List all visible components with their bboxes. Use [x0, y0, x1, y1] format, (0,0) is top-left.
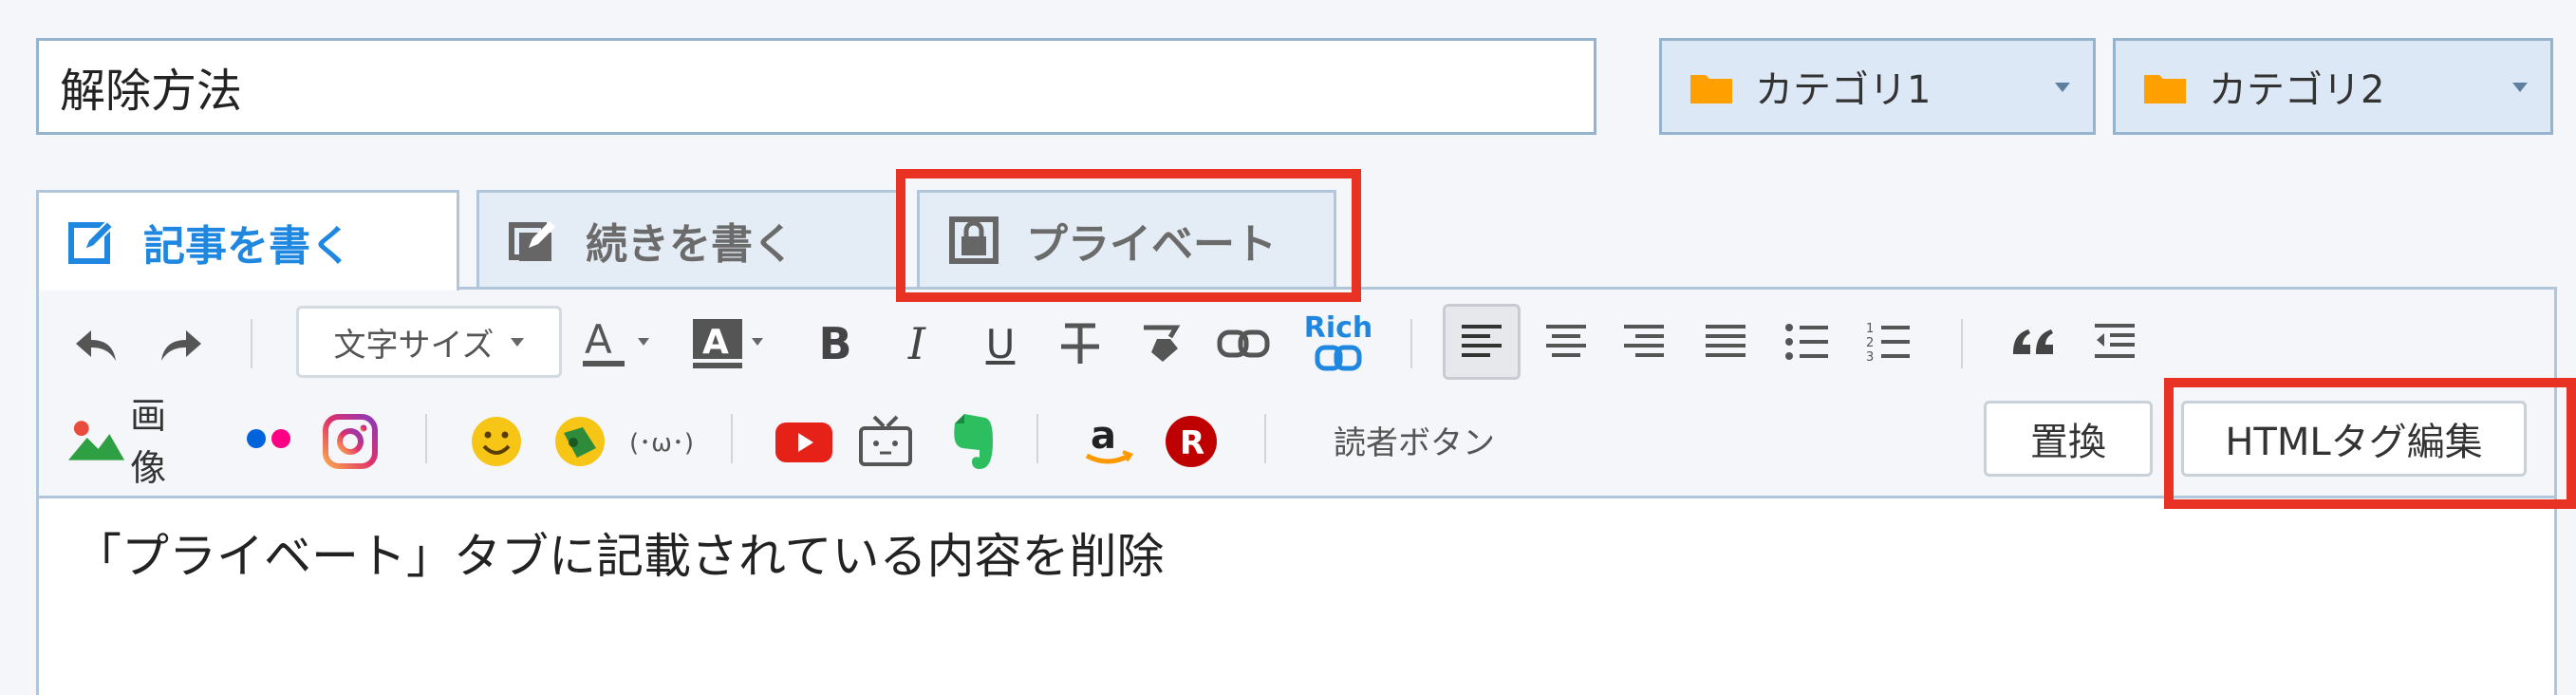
tab-write-label: 記事を書く	[143, 221, 352, 271]
bullet-list-icon[interactable]	[1779, 313, 1836, 370]
replace-button[interactable]: 置換	[1984, 401, 2153, 477]
background-color-icon[interactable]: A	[691, 313, 771, 374]
editor-content-text: 「プライベート」タブに記載されている内容を削除	[74, 529, 1165, 584]
svg-text:1: 1	[1866, 322, 1874, 336]
image-label: 画像	[130, 395, 167, 489]
folder-icon	[2144, 71, 2186, 103]
bold-button[interactable]: B	[809, 313, 862, 374]
evernote-icon[interactable]	[940, 408, 1002, 475]
amazon-icon[interactable]: a	[1076, 408, 1139, 475]
svg-text:3: 3	[1866, 350, 1874, 363]
image-icon	[68, 421, 125, 460]
toolbar-separator	[1036, 414, 1038, 463]
instagram-icon[interactable]	[319, 410, 382, 473]
emoji-icon[interactable]	[465, 410, 528, 473]
font-size-label: 文字サイズ	[333, 326, 495, 365]
toolbar-separator	[1264, 414, 1266, 463]
tab-continue-article[interactable]: 続きを書く	[476, 190, 900, 287]
image-button[interactable]: 画像	[68, 395, 201, 489]
niconico-icon[interactable]	[854, 410, 917, 473]
svg-text:R: R	[1180, 424, 1204, 462]
flickr-icon[interactable]	[239, 420, 300, 458]
svg-text:A: A	[585, 316, 612, 363]
quote-icon[interactable]	[2005, 313, 2062, 370]
category-select-1[interactable]: カテゴリ1	[1659, 38, 2096, 135]
toolbar-separator	[425, 414, 427, 463]
title-input[interactable]: 解除方法	[36, 38, 1596, 135]
title-input-value: 解除方法	[60, 65, 243, 118]
rich-link-icon	[1315, 345, 1362, 371]
underline-button[interactable]: U	[976, 313, 1025, 374]
svg-text:a: a	[1091, 414, 1116, 458]
redo-icon[interactable]	[156, 321, 205, 370]
highlight-html-edit-button	[2164, 378, 2576, 509]
outdent-icon[interactable]	[2086, 313, 2143, 370]
reader-button[interactable]: 読者ボタン	[1319, 416, 1509, 463]
tab-write-article[interactable]: 記事を書く	[36, 190, 459, 291]
align-left-icon	[1462, 325, 1502, 357]
link-icon[interactable]	[1215, 313, 1272, 374]
align-center-icon[interactable]	[1538, 313, 1595, 370]
font-color-icon[interactable]: A	[581, 313, 657, 374]
font-size-dropdown[interactable]: 文字サイズ	[296, 306, 562, 378]
category-1-label: カテゴリ1	[1755, 68, 1932, 112]
align-right-icon[interactable]	[1615, 313, 1672, 370]
edit-more-icon	[508, 216, 559, 265]
category-select-2[interactable]: カテゴリ2	[2113, 38, 2553, 135]
tab-continue-label: 続きを書く	[586, 219, 794, 269]
youtube-icon[interactable]	[773, 414, 835, 471]
toolbar-separator	[731, 414, 733, 463]
strikethrough-icon[interactable]	[1055, 313, 1105, 374]
svg-text:2: 2	[1866, 336, 1874, 350]
italic-button[interactable]: I	[892, 313, 942, 374]
align-justify-icon[interactable]	[1697, 313, 1754, 370]
chevron-down-icon	[2055, 83, 2070, 92]
highlight-private-tab	[896, 169, 1361, 302]
chevron-down-icon	[511, 337, 525, 347]
toolbar-separator	[1961, 319, 1963, 368]
folder-icon	[1690, 71, 1732, 103]
stamp-icon[interactable]	[549, 410, 611, 473]
svg-text:A: A	[702, 323, 729, 362]
rakuten-icon[interactable]: R	[1160, 410, 1223, 473]
numbered-list-icon[interactable]: 123	[1860, 313, 1917, 370]
clear-format-icon[interactable]	[1135, 313, 1188, 374]
chevron-down-icon	[2512, 83, 2528, 92]
emoticon-button[interactable]: (･ω･)	[626, 418, 697, 463]
undo-icon[interactable]	[72, 321, 121, 370]
rich-link-button[interactable]: Rich	[1300, 300, 1376, 385]
align-left-button[interactable]	[1443, 304, 1521, 380]
rich-link-label: Rich	[1303, 311, 1373, 345]
toolbar-separator	[251, 319, 252, 368]
edit-icon	[67, 217, 117, 267]
toolbar-separator	[1410, 319, 1412, 368]
category-2-label: カテゴリ2	[2209, 68, 2385, 112]
